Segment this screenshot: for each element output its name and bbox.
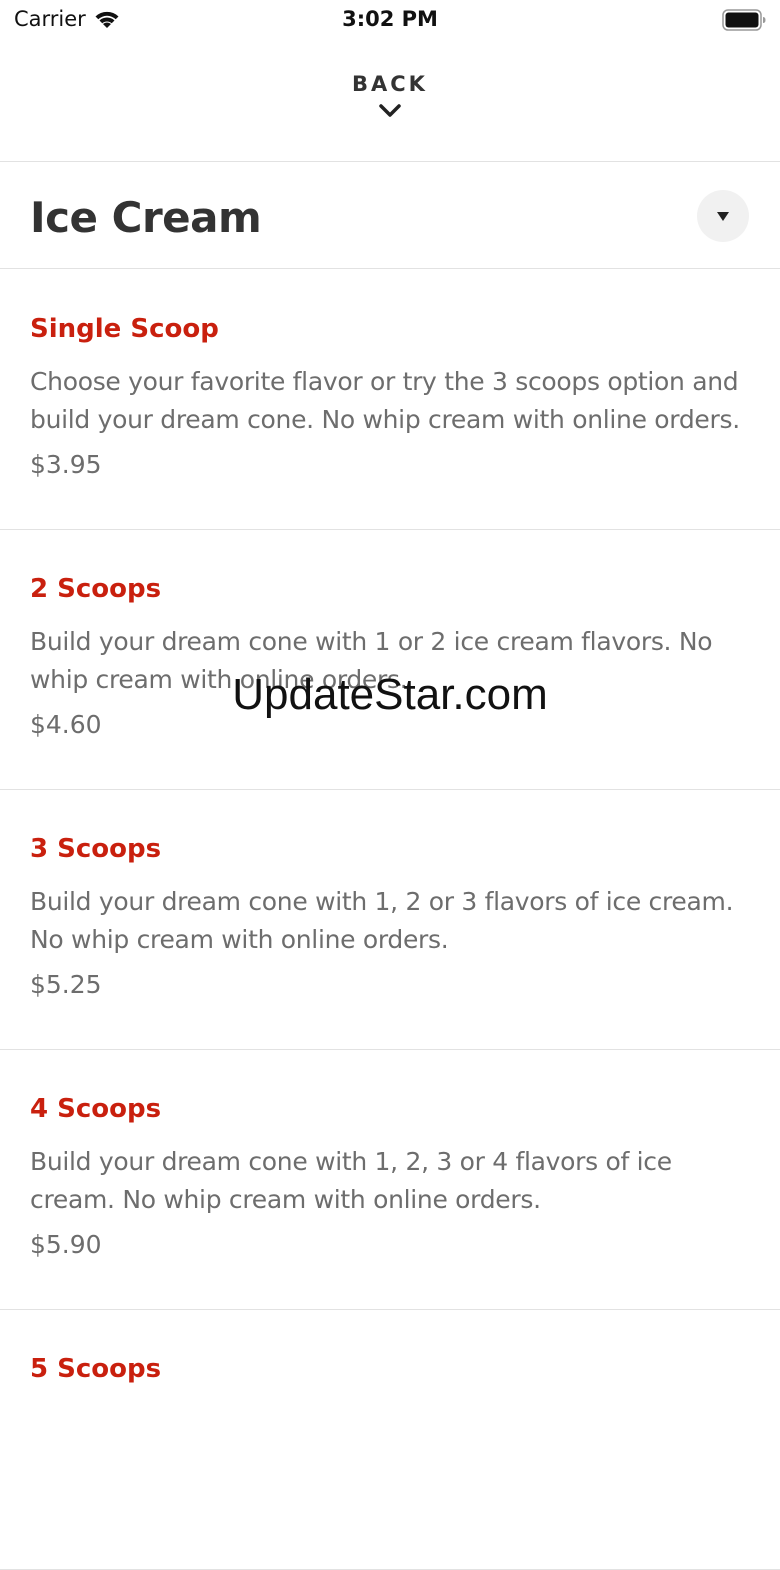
item-name: 3 Scoops [30, 834, 162, 864]
item-price: $5.25 [30, 970, 102, 999]
menu-item-5-scoops[interactable]: 5 Scoops [0, 1310, 780, 1570]
item-description: Choose your favorite flavor or try the 3… [30, 367, 740, 434]
category-dropdown-button[interactable] [697, 190, 749, 242]
caret-down-icon [717, 211, 729, 221]
navigation-header: BACK [0, 40, 780, 162]
item-name: 2 Scoops [30, 574, 162, 604]
chevron-down-icon [379, 104, 401, 117]
item-description: Build your dream cone with 1, 2 or 3 fla… [30, 887, 734, 954]
back-button[interactable]: BACK [290, 72, 490, 138]
menu-item-2-scoops[interactable]: 2 Scoops Build your dream cone with 1 or… [0, 530, 780, 790]
item-price: $5.90 [30, 1230, 102, 1259]
item-name: 4 Scoops [30, 1094, 162, 1124]
menu-item-single-scoop[interactable]: Single Scoop Choose your favorite flavor… [0, 270, 780, 530]
status-time: 3:02 PM [342, 7, 438, 31]
item-price: $3.95 [30, 450, 102, 479]
item-description: Build your dream cone with 1, 2, 3 or 4 … [30, 1147, 672, 1214]
category-title: Ice Cream [30, 193, 262, 242]
menu-item-4-scoops[interactable]: 4 Scoops Build your dream cone with 1, 2… [0, 1050, 780, 1310]
watermark-text: UpdateStar.com [232, 670, 548, 719]
item-name: Single Scoop [30, 314, 219, 344]
menu-item-list: Single Scoop Choose your favorite flavor… [0, 270, 780, 1570]
back-label: BACK [352, 72, 428, 96]
battery-icon [722, 9, 766, 31]
item-name: 5 Scoops [30, 1354, 162, 1384]
category-header: Ice Cream [0, 163, 780, 269]
menu-item-3-scoops[interactable]: 3 Scoops Build your dream cone with 1, 2… [0, 790, 780, 1050]
status-bar: Carrier 3:02 PM [0, 0, 780, 40]
